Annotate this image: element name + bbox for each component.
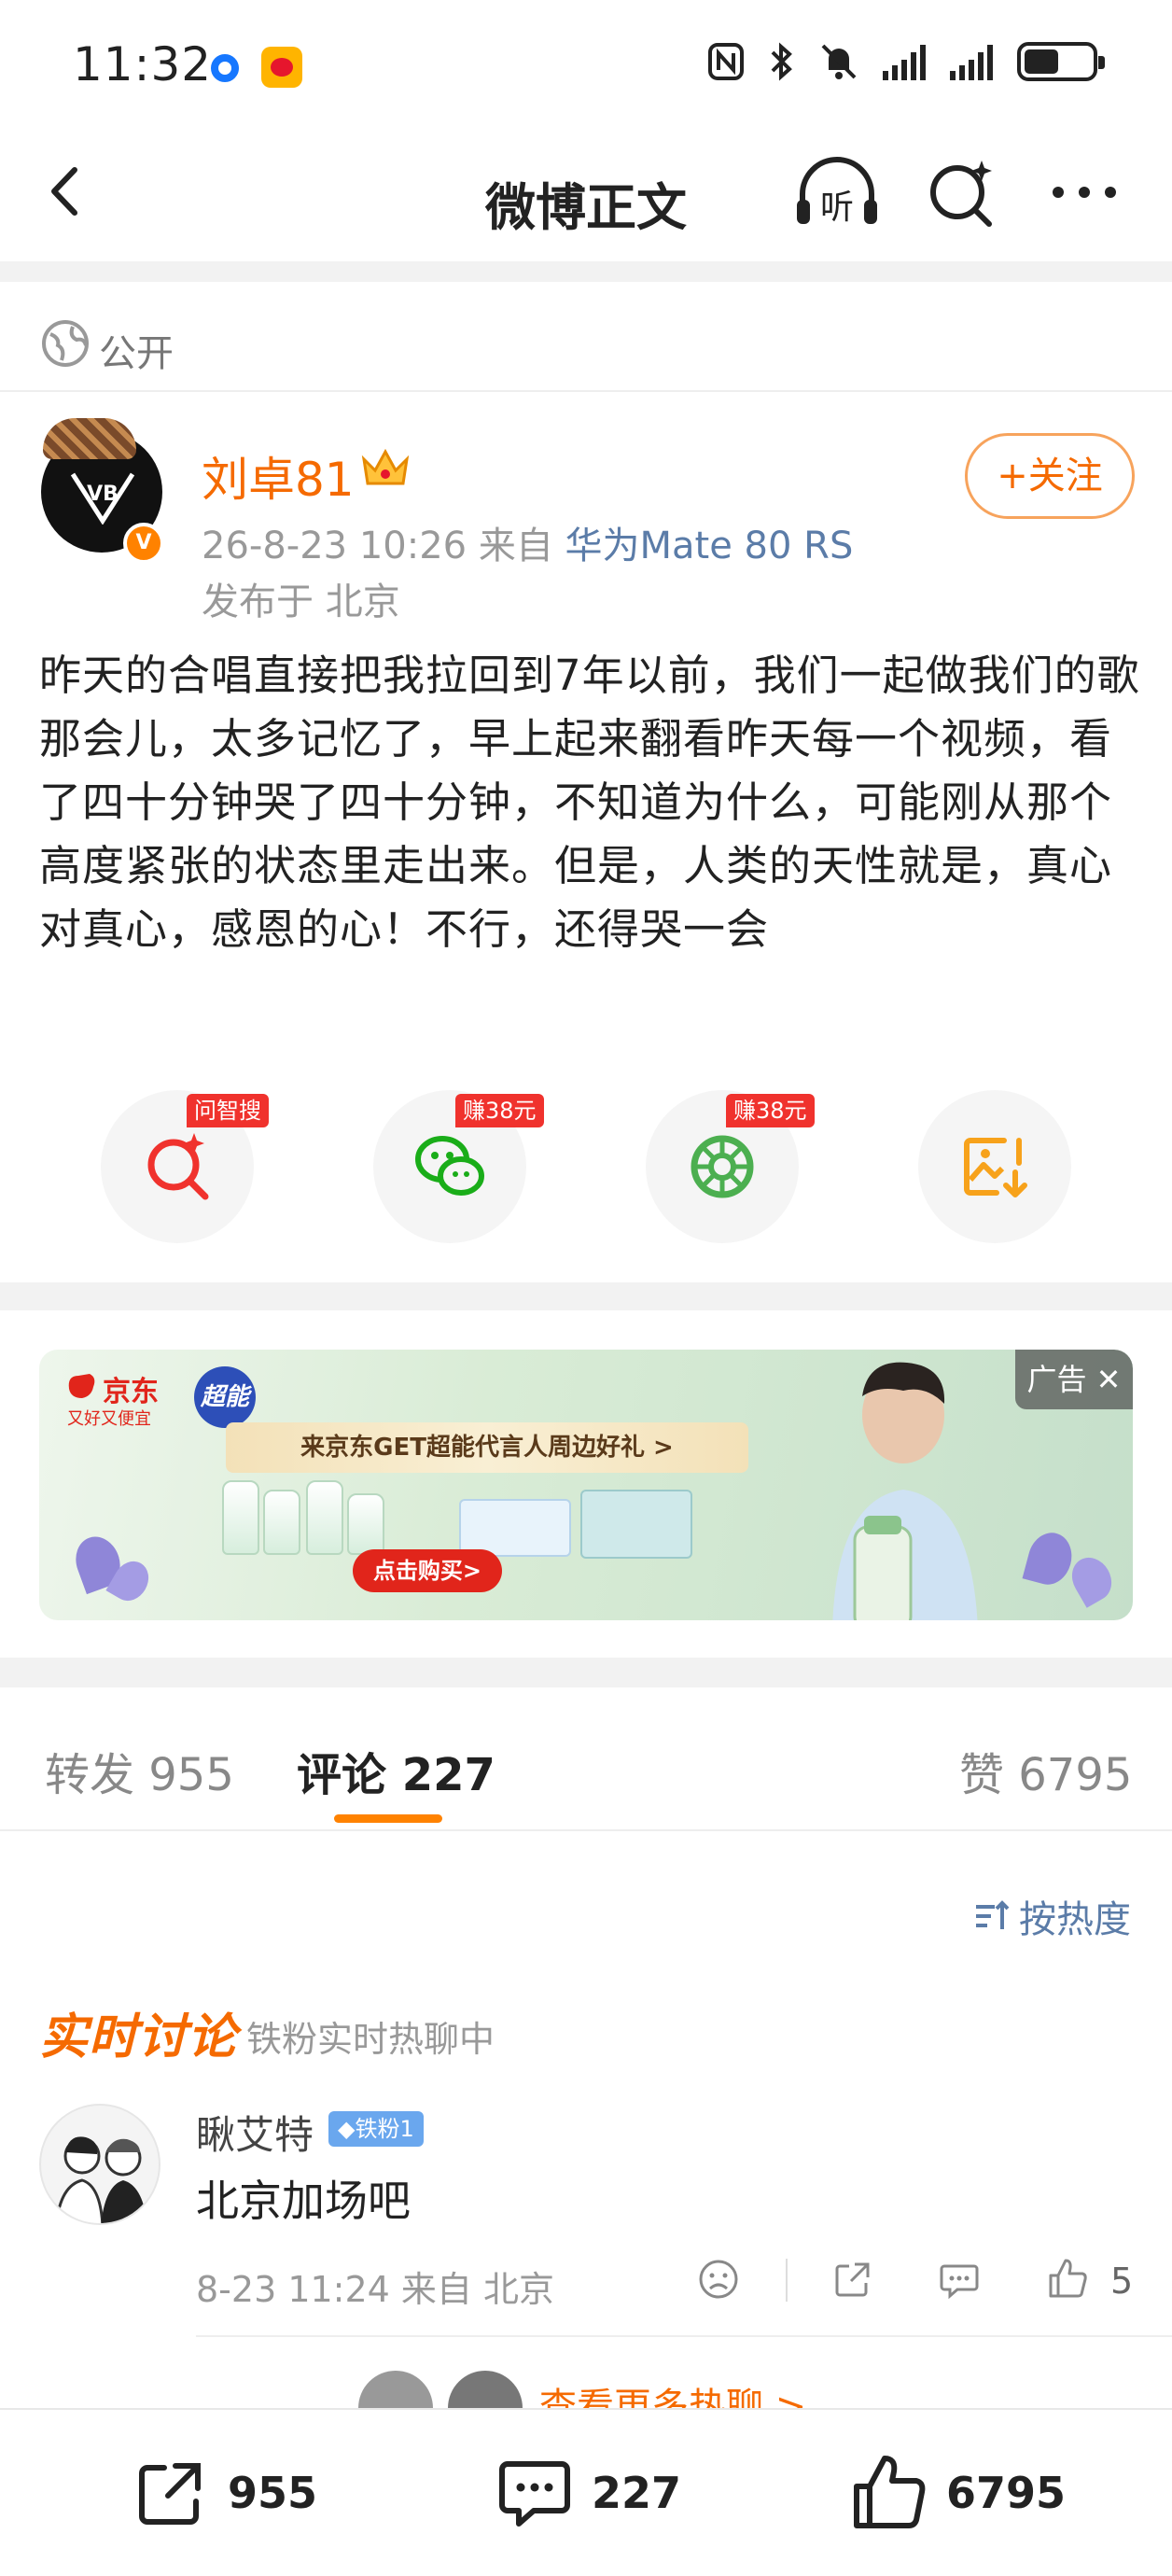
author-name[interactable]: 刘卓81 [202, 442, 355, 510]
repost-count: 955 [228, 2468, 318, 2518]
wechat-tag: 赚38元 [455, 1094, 544, 1127]
moments-tag: 赚38元 [726, 1094, 815, 1127]
nav-bar: 微博正文 听 [0, 131, 1172, 252]
product-bottle [306, 1480, 343, 1555]
product-bottle [347, 1493, 384, 1555]
verified-badge: V [123, 523, 164, 564]
signal-icon [883, 43, 926, 80]
dislike-face-icon[interactable] [696, 2257, 741, 2302]
repost-icon [139, 2463, 201, 2525]
like-button[interactable]: 6795 [849, 2453, 1066, 2533]
globe-icon [42, 320, 89, 367]
tab-bar: 转发 955 评论 227 赞 6795 [0, 1697, 1172, 1831]
status-icons [707, 41, 1105, 82]
mute-icon [821, 44, 857, 79]
comment-like-count: 5 [1110, 2261, 1134, 2302]
reply-icon[interactable] [937, 2257, 982, 2302]
like-icon[interactable] [1045, 2257, 1090, 2302]
listen-icon[interactable]: 听 [793, 155, 881, 230]
realtime-title: 实时讨论 [39, 2009, 238, 2065]
post-location: 发布于 北京 [202, 581, 400, 623]
crown-icon [361, 448, 410, 485]
like-icon [854, 2456, 926, 2528]
post-text: 昨天的合唱直接把我拉回到7年以前，我们一起做我们的歌那会儿，太多记忆了，早上起来… [39, 651, 1140, 954]
ad-jd-name: 京东 [103, 1376, 159, 1408]
comment-meta: 8-23 11:24 来自 北京 [196, 2269, 554, 2310]
ad-close-label[interactable]: 广告 ✕ [1015, 1350, 1133, 1409]
ad-buy-button[interactable]: 点击购买> [353, 1549, 502, 1592]
tab-repost[interactable]: 转发 955 [45, 1738, 234, 1803]
divider [0, 1282, 1172, 1310]
post-device[interactable]: 华为Mate 80 RS [565, 525, 854, 567]
battery-icon [1017, 42, 1105, 81]
status-bar: 11:32 [0, 0, 1172, 131]
active-tab-indicator [334, 1814, 442, 1823]
action-separator [786, 2259, 788, 2302]
divider [0, 261, 1172, 282]
comment-text: 北京加场吧 [196, 2176, 411, 2226]
ad-jd-slogan: 又好又便宜 [67, 1409, 151, 1429]
save-image-button[interactable] [918, 1090, 1071, 1243]
avatar-logo: VB [70, 472, 135, 525]
bottom-action-bar: 955 227 6795 [0, 2408, 1172, 2576]
save-image-icon [964, 1138, 1027, 1197]
avatar-hat [43, 418, 136, 459]
ad-spokesperson-image [832, 1362, 978, 1620]
location-dot-icon [211, 54, 239, 82]
comment-icon [499, 2461, 570, 2527]
comment-count: 227 [592, 2468, 682, 2518]
tab-like[interactable]: 赞 6795 [959, 1738, 1132, 1803]
ai-search-icon [147, 1133, 209, 1200]
ad-headline: 来京东GET超能代言人周边好礼 > [226, 1422, 748, 1473]
tab-comment[interactable]: 评论 227 [297, 1738, 495, 1803]
moments-icon [691, 1135, 754, 1198]
commenter-name[interactable]: 瞅艾特 [196, 2104, 314, 2161]
repost-button[interactable]: 955 [131, 2453, 317, 2533]
fan-badge: ◆铁粉1 [328, 2111, 424, 2147]
product-suitcase [580, 1490, 692, 1559]
visibility-row: 公开 [0, 299, 1172, 392]
product-photo-card [459, 1499, 571, 1557]
post-time-source: 26-8-23 10:26 来自 [202, 525, 565, 567]
post-meta: 26-8-23 10:26 来自 华为Mate 80 RS [202, 515, 853, 569]
sort-icon [976, 1900, 1010, 1929]
jd-dog-icon [68, 1374, 95, 1398]
divider [196, 2335, 1172, 2337]
divider [0, 1658, 1172, 1687]
visibility-label: 公开 [99, 332, 174, 375]
svg-text:VB: VB [87, 483, 119, 506]
commenter-avatar[interactable] [39, 2104, 160, 2225]
bluetooth-icon [771, 42, 792, 81]
weibo-app-icon [261, 47, 302, 88]
sort-label: 按热度 [1019, 1898, 1131, 1941]
more-icon[interactable] [1045, 155, 1123, 230]
wechat-icon [415, 1136, 484, 1196]
like-count: 6795 [946, 2468, 1067, 2518]
nfc-icon [708, 43, 744, 80]
ai-search-tag: 问智搜 [187, 1094, 269, 1127]
signal-icon [950, 43, 993, 80]
iris-flower [1022, 1528, 1078, 1589]
realtime-subtitle: 铁粉实时热聊中 [246, 2019, 495, 2060]
ad-banner[interactable]: 京东 又好又便宜 超能 来京东GET超能代言人周边好礼 > 点击购买> 广告 ✕ [39, 1350, 1133, 1620]
status-time: 11:32 [73, 37, 213, 91]
share-icon[interactable] [830, 2257, 875, 2302]
comment-button[interactable]: 227 [495, 2453, 681, 2533]
listen-label: 听 [820, 189, 854, 227]
product-bottle [222, 1480, 259, 1555]
search-icon[interactable] [924, 155, 998, 230]
product-bottle [263, 1490, 300, 1555]
avatar-drawing [54, 2136, 147, 2223]
ad-brand-logo: 超能 [194, 1366, 256, 1428]
sort-button[interactable]: 按热度 [972, 1889, 1131, 1943]
iris-flower [1064, 1550, 1120, 1608]
follow-button[interactable]: +关注 [965, 433, 1135, 519]
